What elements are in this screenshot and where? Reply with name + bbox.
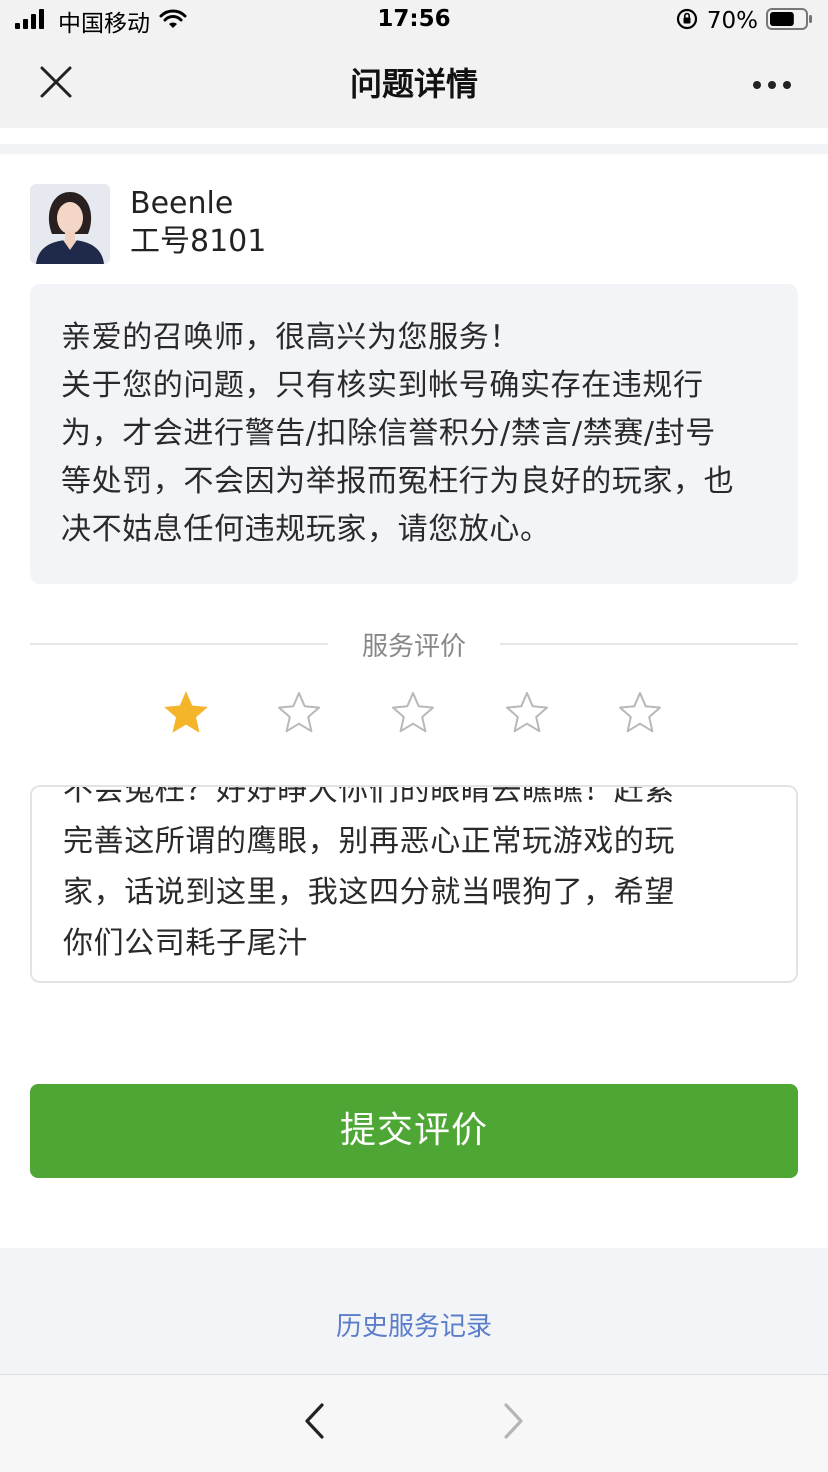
agent-info: Beenle 工号8101 [30, 184, 630, 266]
nav-divider [0, 128, 828, 154]
history-section: 历史服务记录 [0, 1248, 828, 1374]
bottom-toolbar [0, 1374, 828, 1472]
comment-line: 你们公司耗子尾汁 [63, 926, 308, 961]
agent-name: Beenle [130, 186, 234, 221]
status-right: 70% [675, 6, 814, 36]
reply-line: 等处罚，不会因为举报而冤枉行为良好的玩家，也 [61, 464, 735, 499]
history-link[interactable]: 历史服务记录 [0, 1306, 828, 1343]
star-4[interactable] [504, 690, 550, 736]
star-rating [0, 690, 828, 744]
back-arrow-icon [302, 1402, 326, 1444]
more-button[interactable] [746, 62, 798, 106]
agent-id: 工号8101 [130, 224, 267, 259]
star-5[interactable] [617, 690, 663, 736]
submit-rating-button[interactable]: 提交评价 [30, 1084, 798, 1178]
comment-textarea[interactable]: 不会冤枉？好好睁大你们的眼睛去瞧瞧！赶紧 完善这所谓的鹰眼，别再恶心正常玩游戏的… [30, 785, 798, 983]
agent-reply: 亲爱的召唤师，很高兴为您服务！ 关于您的问题，只有核实到帐号确实存在违规行 为，… [30, 284, 798, 584]
orientation-lock-icon [675, 7, 699, 35]
avatar [30, 184, 110, 264]
reply-line: 亲爱的召唤师，很高兴为您服务！ [61, 320, 520, 355]
forward-arrow-icon [502, 1402, 526, 1444]
nav-bar: 问题详情 [0, 42, 828, 128]
more-icon [752, 75, 792, 94]
back-button[interactable] [290, 1399, 338, 1447]
status-bar: 中国移动 17:56 70% [0, 0, 828, 42]
battery-icon [766, 7, 814, 35]
reply-line: 决不姑息任何违规玩家，请您放心。 [61, 512, 551, 547]
star-icon [164, 691, 208, 733]
comment-line: 家，话说到这里，我这四分就当喂狗了，希望 [63, 875, 675, 910]
page-title: 问题详情 [349, 65, 478, 103]
comment-line: 不会冤枉？好好睁大你们的眼睛去瞧瞧！赶紧 [63, 785, 675, 808]
star-2[interactable] [276, 690, 322, 736]
star-1[interactable] [163, 690, 209, 736]
reply-line: 为，才会进行警告/扣除信誉积分/禁言/禁赛/封号 [61, 416, 716, 451]
star-3[interactable] [390, 690, 436, 736]
battery-percent: 70% [706, 8, 758, 34]
comment-text: 不会冤枉？好好睁大你们的眼睛去瞧瞧！赶紧 完善这所谓的鹰眼，别再恶心正常玩游戏的… [63, 785, 756, 969]
star-icon [278, 692, 320, 733]
star-icon [619, 692, 661, 733]
comment-line: 完善这所谓的鹰眼，别再恶心正常玩游戏的玩 [63, 824, 675, 859]
forward-button[interactable] [490, 1399, 538, 1447]
star-icon [392, 692, 434, 733]
reply-line: 关于您的问题，只有核实到帐号确实存在违规行 [61, 368, 704, 403]
star-icon [506, 692, 548, 733]
divider-line-right [500, 643, 798, 645]
rating-divider: 服务评价 [30, 616, 798, 672]
